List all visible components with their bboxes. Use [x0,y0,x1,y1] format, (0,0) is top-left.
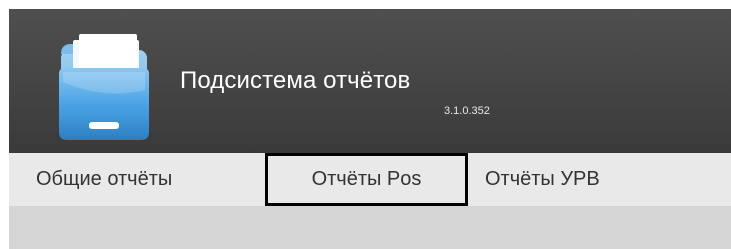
app-title: Подсистема отчётов [180,67,411,94]
report-tabs: Общие отчёты Отчёты Pos Отчёты УРВ [9,153,731,206]
report-subsystem-page: Подсистема отчётов 3.1.0.352 Общие отчёт… [0,0,731,249]
folder-reports-icon [59,34,149,140]
app-version: 3.1.0.352 [444,105,490,117]
tab-urv-reports[interactable]: Отчёты УРВ [485,153,600,206]
app-header: Подсистема отчётов 3.1.0.352 [9,9,731,153]
tab-general-reports[interactable]: Общие отчёты [36,153,172,206]
tab-pos-reports[interactable]: Отчёты Pos [265,153,468,206]
content-area [9,206,731,249]
